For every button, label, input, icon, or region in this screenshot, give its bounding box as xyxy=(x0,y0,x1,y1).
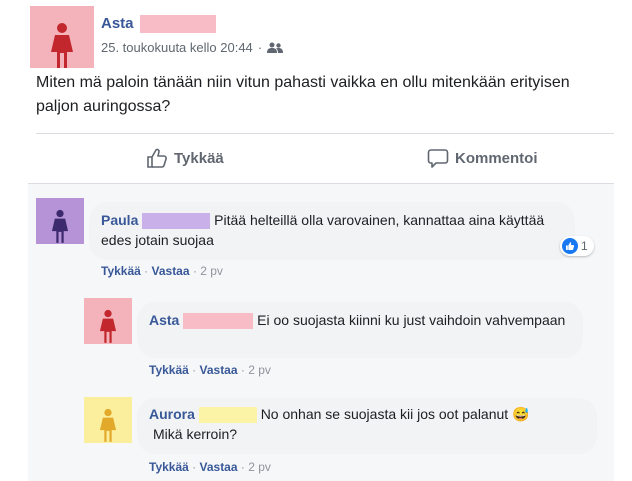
comment-avatar[interactable] xyxy=(36,198,84,244)
post-author-avatar[interactable] xyxy=(30,6,94,68)
reply-reply-link[interactable]: Vastaa xyxy=(200,460,238,474)
reply-author[interactable]: Asta xyxy=(149,312,179,328)
separator-dot: · xyxy=(257,40,263,55)
reply-like-link[interactable]: Tykkää xyxy=(149,363,189,377)
reply-content: Aurora No onhan se suojasta kii jos oot … xyxy=(149,404,593,444)
reply-text-second-line: Mikä kerroin? xyxy=(153,426,238,442)
friends-icon[interactable] xyxy=(267,42,284,54)
comment-like-link[interactable]: Tykkää xyxy=(101,264,141,278)
post-timestamp[interactable]: 25. toukokuuta kello 20:44 xyxy=(101,39,253,57)
grinning-sweat-emoji: 😅 xyxy=(512,406,530,422)
like-button-label: Tykkää xyxy=(174,149,224,167)
comment-reply-link[interactable]: Vastaa xyxy=(152,264,190,278)
like-reaction-icon xyxy=(562,238,578,254)
post-author-name[interactable]: Asta xyxy=(101,15,134,32)
comment-author[interactable]: Paula xyxy=(101,212,138,228)
reply-author[interactable]: Aurora xyxy=(149,406,195,422)
post-text: Miten mä paloin tänään niin vitun pahast… xyxy=(36,74,570,115)
comment-button-label: Kommentoi xyxy=(455,149,538,167)
reply-avatar[interactable] xyxy=(84,397,132,443)
comment-button[interactable]: Kommentoi xyxy=(427,146,538,170)
comment-actions: Tykkää · Vastaa · 2 pv xyxy=(101,264,223,278)
reply-like-link[interactable]: Tykkää xyxy=(149,460,189,474)
reply-text: Ei oo suojasta kiinni ku just vaihdoin v… xyxy=(257,312,566,328)
reply-actions: Tykkää · Vastaa · 2 pv xyxy=(149,363,271,377)
reply-timestamp[interactable]: 2 pv xyxy=(248,363,271,377)
name-redaction xyxy=(183,313,254,330)
comment-content: Paula Pitää helteillä olla varovainen, k… xyxy=(101,210,567,250)
comment-timestamp[interactable]: 2 pv xyxy=(200,264,223,278)
name-redaction xyxy=(139,15,216,34)
reply-actions: Tykkää · Vastaa · 2 pv xyxy=(149,460,271,474)
reaction-summary[interactable]: 1 xyxy=(560,236,594,256)
reply-avatar[interactable] xyxy=(84,298,132,344)
reaction-count: 1 xyxy=(581,239,588,253)
name-redaction xyxy=(198,407,257,424)
reply-text: No onhan se suojasta kii jos oot palanut xyxy=(260,406,509,422)
reply-content: Asta Ei oo suojasta kiinni ku just vaihd… xyxy=(149,310,575,330)
like-button[interactable]: Tykkää xyxy=(146,146,224,170)
comment-bubble-icon xyxy=(427,147,449,169)
post-divider xyxy=(36,133,614,134)
name-redaction xyxy=(142,213,211,230)
reply-timestamp[interactable]: 2 pv xyxy=(248,460,271,474)
reply-reply-link[interactable]: Vastaa xyxy=(200,363,238,377)
thumbs-up-icon xyxy=(146,147,168,169)
